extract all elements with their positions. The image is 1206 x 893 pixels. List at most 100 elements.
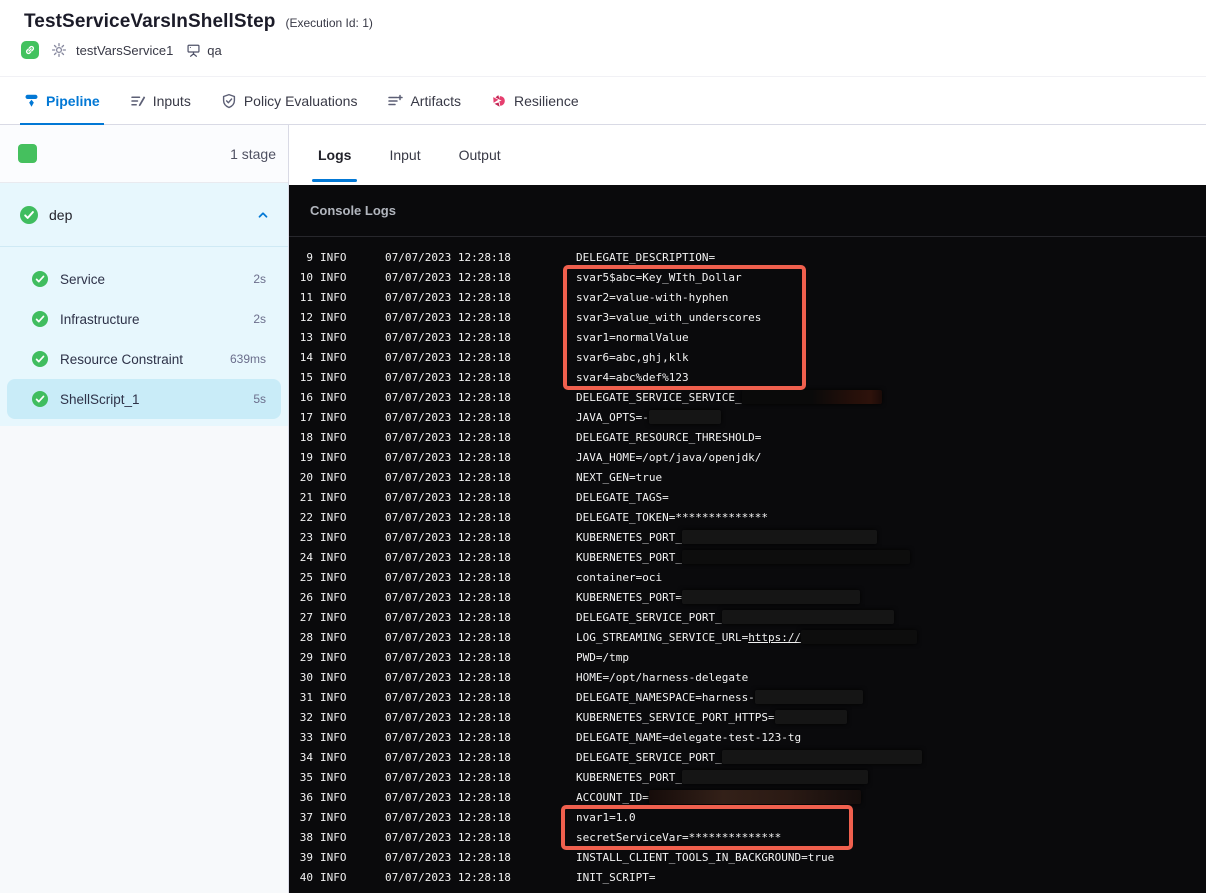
log-timestamp: 07/07/2023 12:28:18 — [385, 491, 511, 504]
log-message: KUBERNETES_PORT_ — [576, 530, 877, 544]
log-text: DELEGATE_DESCRIPTION= — [576, 251, 716, 264]
log-line: 35 INFO 07/07/2023 12:28:18 KUBERNETES_PORT… — [289, 768, 1206, 788]
execution-header: TestServiceVarsInShellStep (Execution Id… — [0, 0, 1206, 77]
log-message: NEXT_GEN=true — [576, 471, 662, 484]
redacted-text — [721, 610, 894, 624]
log-level: INFO — [320, 871, 347, 884]
log-text: secretServiceVar=************** — [576, 831, 782, 844]
log-message: KUBERNETES_SERVICE_PORT_HTTPS= — [576, 710, 847, 724]
log-text: DELEGATE_TAGS= — [576, 491, 669, 504]
log-line: 37 INFO 07/07/2023 12:28:18 nvar1=1.0 — [289, 808, 1206, 828]
tab-policy-evaluations[interactable]: Policy Evaluations — [217, 77, 362, 124]
tab-pipeline[interactable]: Pipeline — [20, 77, 104, 125]
pipeline-status-badge — [21, 41, 39, 59]
log-timestamp: 07/07/2023 12:28:18 — [385, 531, 511, 544]
log-line-number: 28 — [299, 631, 313, 644]
log-timestamp: 07/07/2023 12:28:18 — [385, 351, 511, 364]
log-line: 21 INFO 07/07/2023 12:28:18 DELEGATE_TAGS= — [289, 488, 1206, 508]
log-message: DELEGATE_NAME=delegate-test-123-tg — [576, 731, 801, 744]
log-line: 34 INFO 07/07/2023 12:28:18 DELEGATE_SERVIC… — [289, 748, 1206, 768]
check-circle-icon — [32, 311, 48, 327]
log-line: 17 INFO 07/07/2023 12:28:18 JAVA_OPTS=- — [289, 408, 1206, 428]
log-text: DELEGATE_RESOURCE_THRESHOLD= — [576, 431, 762, 444]
step-duration: 639ms — [229, 352, 266, 366]
log-tab-output[interactable]: Output — [453, 125, 507, 185]
log-text: INIT_SCRIPT= — [576, 871, 656, 884]
step-shellscript-1[interactable]: ShellScript_1 5s — [7, 379, 281, 419]
log-line: 24 INFO 07/07/2023 12:28:18 KUBERNETES_PORT… — [289, 548, 1206, 568]
log-level: INFO — [320, 771, 347, 784]
step-duration: 2s — [253, 312, 266, 326]
redacted-text — [648, 790, 861, 804]
console: Console Logs 9 INFO 07/07/2023 12:28:18 DEL… — [289, 185, 1206, 893]
redacted-text — [754, 690, 863, 704]
chevron-up-icon[interactable] — [256, 208, 270, 222]
redacted-text — [648, 410, 721, 424]
log-line: 20 INFO 07/07/2023 12:28:18 NEXT_GEN=true — [289, 468, 1206, 488]
step-label: Infrastructure — [60, 311, 140, 327]
log-line-number: 26 — [299, 591, 313, 604]
step-infrastructure[interactable]: Infrastructure 2s — [7, 299, 281, 339]
log-text: ACCOUNT_ID= — [576, 791, 649, 804]
console-logs-title: Console Logs — [289, 185, 1206, 237]
redacted-text — [774, 710, 847, 724]
log-line: 13 INFO 07/07/2023 12:28:18 svar1=normalVal… — [289, 328, 1206, 348]
log-line: 9 INFO 07/07/2023 12:28:18 DELEGATE_DESCRIP… — [289, 248, 1206, 268]
stage-group-dep[interactable]: dep — [0, 183, 288, 246]
log-line-number: 9 — [306, 251, 313, 264]
log-text: NEXT_GEN=true — [576, 471, 663, 484]
log-timestamp: 07/07/2023 12:28:18 — [385, 331, 511, 344]
log-message: JAVA_HOME=/opt/java/openjdk/ — [576, 451, 761, 464]
log-timestamp: 07/07/2023 12:28:18 — [385, 631, 511, 644]
execution-id: (Execution Id: 1) — [285, 16, 373, 30]
tab-inputs[interactable]: Inputs — [126, 77, 195, 124]
log-timestamp: 07/07/2023 12:28:18 — [385, 611, 511, 624]
tab-resilience[interactable]: Resilience — [487, 77, 583, 124]
log-tab-bar: Logs Input Output — [289, 125, 1206, 185]
log-timestamp: 07/07/2023 12:28:18 — [385, 251, 511, 264]
log-line-number: 20 — [299, 471, 313, 484]
log-level: INFO — [320, 531, 347, 544]
log-line-number: 25 — [299, 571, 313, 584]
log-message: DELEGATE_SERVICE_PORT_ — [576, 610, 894, 624]
log-timestamp: 07/07/2023 12:28:18 — [385, 391, 511, 404]
log-line-number: 14 — [299, 351, 313, 364]
log-tab-logs[interactable]: Logs — [312, 125, 358, 185]
log-text: HOME=/opt/harness-delegate — [576, 671, 749, 684]
stage-status-square[interactable] — [18, 144, 37, 163]
resilience-icon — [491, 93, 507, 109]
log-line: 30 INFO 07/07/2023 12:28:18 HOME=/opt/harne… — [289, 668, 1206, 688]
log-line-number: 18 — [299, 431, 313, 444]
log-level: INFO — [320, 571, 347, 584]
log-timestamp: 07/07/2023 12:28:18 — [385, 371, 511, 384]
log-text: PWD=/tmp — [576, 651, 629, 664]
log-level: INFO — [320, 511, 347, 524]
log-level: INFO — [320, 391, 347, 404]
execution-sidebar: 1 stage dep Service 2s Infrastructure 2s Res… — [0, 125, 289, 893]
log-timestamp: 07/07/2023 12:28:18 — [385, 711, 511, 724]
log-text: KUBERNETES_SERVICE_PORT_HTTPS= — [576, 711, 775, 724]
service-name[interactable]: testVarsService1 — [76, 43, 173, 58]
check-circle-icon — [32, 351, 48, 367]
step-resource-constraint[interactable]: Resource Constraint 639ms — [7, 339, 281, 379]
environment-icon — [186, 43, 201, 58]
execution-tab-bar: Pipeline Inputs Policy Evaluations Artifact… — [0, 77, 1206, 125]
log-message: KUBERNETES_PORT_ — [576, 550, 910, 564]
log-timestamp: 07/07/2023 12:28:18 — [385, 771, 511, 784]
log-level: INFO — [320, 371, 347, 384]
environment-name[interactable]: qa — [207, 43, 221, 58]
log-link[interactable]: https:// — [748, 631, 801, 644]
log-line: 31 INFO 07/07/2023 12:28:18 DELEGATE_NAMESP… — [289, 688, 1206, 708]
redacted-text — [721, 750, 922, 764]
log-line: 18 INFO 07/07/2023 12:28:18 DELEGATE_RESOUR… — [289, 428, 1206, 448]
log-line-number: 40 — [299, 871, 313, 884]
log-line-number: 15 — [299, 371, 313, 384]
log-level: INFO — [320, 491, 347, 504]
step-service[interactable]: Service 2s — [7, 259, 281, 299]
log-line-number: 11 — [299, 291, 313, 304]
redacted-text — [681, 530, 877, 544]
log-tab-input[interactable]: Input — [383, 125, 426, 185]
stage-group-label: dep — [49, 206, 73, 223]
tab-artifacts[interactable]: Artifacts — [383, 77, 465, 124]
log-text: DELEGATE_TOKEN=************** — [576, 511, 769, 524]
